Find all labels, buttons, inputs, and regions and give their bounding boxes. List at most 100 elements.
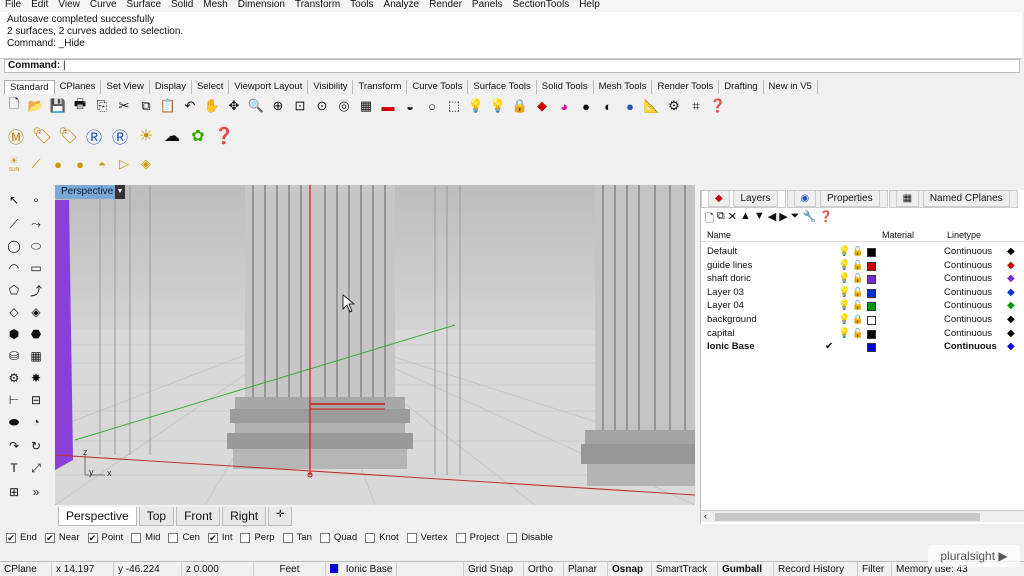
print-color-icon[interactable]: ◆	[1007, 314, 1015, 325]
zoom-extents-icon[interactable]: ⊡	[290, 96, 310, 116]
rotate-icon[interactable]: ↻	[26, 436, 46, 456]
osnap-checkbox[interactable]	[406, 532, 417, 543]
osnap-end[interactable]: ✔ End	[6, 532, 37, 543]
select-icon[interactable]: ⬚	[444, 96, 464, 116]
tab-render-tools[interactable]: Render Tools	[652, 80, 720, 94]
box-icon[interactable]: ⬢	[4, 324, 24, 344]
tab-right[interactable]: Right	[222, 507, 267, 526]
surface-icon[interactable]: ◇	[4, 302, 24, 322]
visibility-bulb-icon[interactable]: 💡	[838, 260, 850, 271]
layer-tools-icon[interactable]: 🔧	[802, 210, 816, 229]
menu-mesh[interactable]: Mesh	[198, 0, 232, 12]
light-bulb-icon[interactable]: 💡	[466, 96, 486, 116]
render-sphere-icon[interactable]: ●	[576, 96, 596, 116]
status-ortho[interactable]: Ortho	[524, 562, 564, 576]
gear-solid-icon[interactable]: ⚙	[4, 368, 24, 388]
osnap-mid[interactable]: Mid	[131, 532, 160, 543]
boolean-icon[interactable]: ⬬	[4, 412, 24, 432]
osnap-point[interactable]: ✔ Point	[87, 532, 123, 543]
scrollbar-thumb[interactable]	[715, 513, 980, 521]
layer-help-icon[interactable]: ❓	[819, 210, 833, 229]
dimension-icon[interactable]: ⊢	[4, 390, 24, 410]
print-icon[interactable]: 🖶	[70, 96, 90, 116]
layer-row[interactable]: Layer 03 💡 🔓 Continuous ◆	[701, 287, 1024, 301]
environment-icon[interactable]: ☁	[160, 124, 184, 148]
add-view-icon[interactable]: ✛	[268, 507, 293, 526]
menu-sectiontools[interactable]: SectionTools	[508, 0, 575, 12]
tab-standard[interactable]: Standard	[4, 80, 55, 94]
paste-icon[interactable]: 📋	[158, 96, 178, 116]
delete-layer-icon[interactable]: ✕	[728, 210, 737, 229]
osnap-checkbox[interactable]: ✔	[207, 532, 218, 543]
print-color-icon[interactable]: ◆	[1007, 341, 1015, 352]
layer-linetype[interactable]: Continuous	[944, 273, 992, 284]
select-arrow-icon[interactable]: ↖	[4, 190, 24, 210]
menu-surface[interactable]: Surface	[122, 0, 166, 12]
menu-solid[interactable]: Solid	[166, 0, 198, 12]
circle-tool-icon[interactable]: ◯	[4, 236, 24, 256]
print-color-icon[interactable]: ◆	[1007, 246, 1015, 257]
layer-color-swatch[interactable]	[867, 248, 876, 257]
osnap-knot[interactable]: Knot	[365, 532, 399, 543]
tab-named-cplanes[interactable]: ▦ Named CPlanes	[888, 190, 1018, 208]
layer-color-swatch[interactable]	[867, 275, 876, 285]
render-icon[interactable]: Ⓡ	[82, 124, 106, 148]
sun-light-icon[interactable]: ☀ SUN	[4, 154, 24, 174]
tab-viewport-layout[interactable]: Viewport Layout	[229, 80, 309, 94]
status-layer[interactable]: Ionic Base	[326, 562, 464, 576]
mentalray-icon[interactable]: Ⓜ	[4, 124, 28, 148]
align-icon[interactable]: ⊟	[26, 390, 46, 410]
status-grid-snap[interactable]: Grid Snap	[464, 562, 524, 576]
new-layer-icon[interactable]: 🗋	[705, 210, 714, 229]
perspective-viewport[interactable]: z y x	[55, 185, 695, 505]
fillet-icon[interactable]: ↷	[4, 436, 24, 456]
layer-color-swatch[interactable]	[867, 288, 876, 298]
options-icon[interactable]: ⚙	[664, 96, 684, 116]
print-color-icon[interactable]: ◆	[1007, 287, 1015, 298]
osnap-checkbox[interactable]	[507, 532, 518, 543]
linear-light-icon[interactable]: ▷	[114, 154, 134, 174]
layer-row[interactable]: capital 💡 🔓 Continuous ◆	[701, 328, 1024, 342]
move-out-icon[interactable]: ◀	[768, 210, 776, 229]
layer-linetype[interactable]: Continuous	[944, 260, 992, 271]
rectangle-icon[interactable]: ▭	[26, 258, 46, 278]
status-osnap[interactable]: Osnap	[608, 562, 652, 576]
polygon-icon[interactable]: ⬠	[4, 280, 24, 300]
new-file-icon[interactable]: 🗋	[4, 96, 24, 116]
osnap-checkbox[interactable]: ✔	[6, 532, 16, 543]
visibility-bulb-icon[interactable]: 💡	[838, 314, 850, 325]
lock-icon[interactable]: 🔒	[852, 314, 863, 325]
layer-name[interactable]: background	[707, 314, 757, 325]
layer-linetype[interactable]: Continuous	[944, 314, 992, 325]
grid-icon[interactable]: ▦	[356, 96, 376, 116]
sun-icon[interactable]: ☀	[134, 124, 158, 148]
zoom-all-icon[interactable]: ◎	[334, 96, 354, 116]
viewport-title-tab[interactable]: Perspective ▼	[55, 185, 125, 199]
lock-icon[interactable]: 🔓	[852, 273, 863, 284]
text-icon[interactable]: T	[4, 458, 24, 478]
osnap-project[interactable]: Project	[455, 532, 499, 543]
menu-render[interactable]: Render	[424, 0, 467, 12]
status-filter[interactable]: Filter	[858, 562, 892, 576]
layer-linetype[interactable]: Continuous	[944, 287, 992, 298]
new-sublayer-icon[interactable]: ⧉	[717, 210, 725, 229]
layer-name[interactable]: Ionic Base	[707, 341, 755, 352]
status-gumball[interactable]: Gumball	[718, 562, 774, 576]
point-light-icon[interactable]: ●	[48, 154, 68, 174]
command-input[interactable]: Command: |	[4, 59, 1020, 73]
visibility-bulb-icon[interactable]: 💡	[838, 328, 850, 339]
light-target-icon[interactable]: ◈	[136, 154, 156, 174]
move-up-icon[interactable]: ▲	[740, 210, 751, 229]
layer-linetype[interactable]: Continuous	[944, 328, 992, 339]
osnap-near[interactable]: ✔ Near	[44, 532, 80, 543]
menu-file[interactable]: File	[0, 0, 26, 12]
plant-icon[interactable]: ✿	[186, 124, 210, 148]
tab-curve-tools[interactable]: Curve Tools	[407, 80, 469, 94]
shaded-sphere-icon[interactable]: ◐	[598, 96, 618, 116]
realtime-render-icon[interactable]: Ⓡ	[108, 124, 132, 148]
scroll-left-icon[interactable]: ‹	[704, 511, 707, 521]
viewport-menu-arrow-icon[interactable]: ▼	[115, 185, 125, 199]
menu-help[interactable]: Help	[574, 0, 605, 12]
layer-row[interactable]: Default 💡 🔓 Continuous ◆	[701, 246, 1024, 260]
split-icon[interactable]: ◔	[26, 412, 46, 432]
